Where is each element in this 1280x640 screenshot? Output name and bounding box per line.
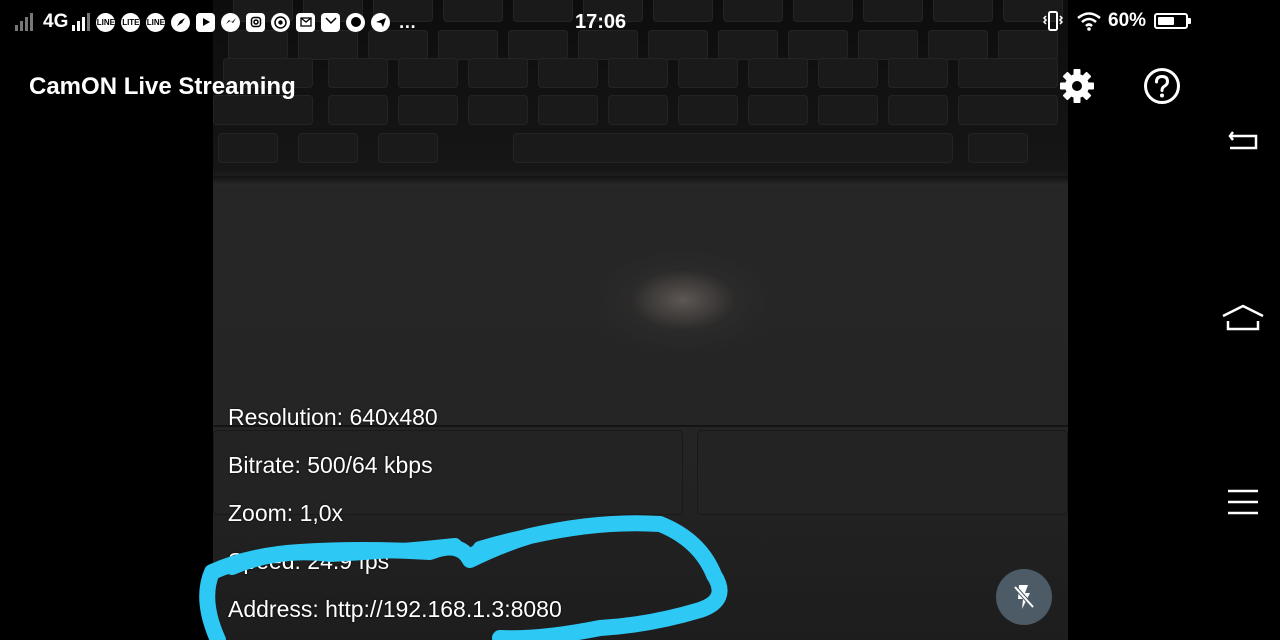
status-time: 17:06 [575, 11, 627, 33]
menu-button[interactable] [1218, 482, 1268, 522]
telegram-icon [371, 12, 391, 32]
settings-button[interactable] [1057, 66, 1097, 106]
flash-off-icon [1013, 585, 1035, 609]
mail-icon [321, 12, 341, 32]
signal-sim1-icon [15, 13, 35, 31]
address-info: Address: http://192.168.1.3:8080 [228, 596, 562, 622]
wifi-icon [1077, 12, 1101, 31]
line-icon: LINE [146, 12, 166, 32]
compass-icon [171, 12, 191, 32]
gear-icon [1060, 69, 1094, 103]
messenger-icon [221, 12, 241, 32]
battery-percent: 60% [1108, 10, 1147, 31]
help-icon [1144, 68, 1180, 104]
instagram-icon [246, 12, 266, 32]
home-icon [1222, 304, 1264, 331]
line-lite-icon: LITE [121, 12, 141, 32]
vibrate-icon [1042, 11, 1064, 31]
zoom-info: Zoom: 1,0x [228, 500, 344, 526]
gmail-icon [296, 12, 316, 32]
home-button[interactable] [1218, 300, 1268, 340]
speed-info: Speed: 24.9 fps [228, 548, 390, 574]
back-button[interactable] [1218, 120, 1268, 160]
help-button[interactable] [1142, 66, 1182, 106]
back-icon [1228, 131, 1258, 150]
chrome-icon [271, 12, 291, 32]
trackpad-right-button [697, 430, 1068, 515]
signal-sim2-icon [72, 13, 92, 31]
bitrate-info: Bitrate: 500/64 kbps [228, 452, 433, 478]
chat-bubble-icon [346, 12, 366, 32]
resolution-info: Resolution: 640x480 [228, 404, 438, 430]
status-bar: 4G LINE LITE LINE … 17:06 60% [0, 0, 1280, 42]
flash-toggle-button[interactable] [996, 569, 1052, 625]
line-icon: LINE [96, 12, 116, 32]
network-type: 4G [43, 11, 69, 32]
more-notifications-icon: … [398, 11, 418, 32]
battery-icon [1154, 13, 1192, 29]
youtube-icon [196, 12, 216, 32]
menu-icon [1228, 489, 1258, 515]
app-title: CamON Live Streaming [29, 73, 296, 100]
camera-preview [213, 0, 1068, 640]
